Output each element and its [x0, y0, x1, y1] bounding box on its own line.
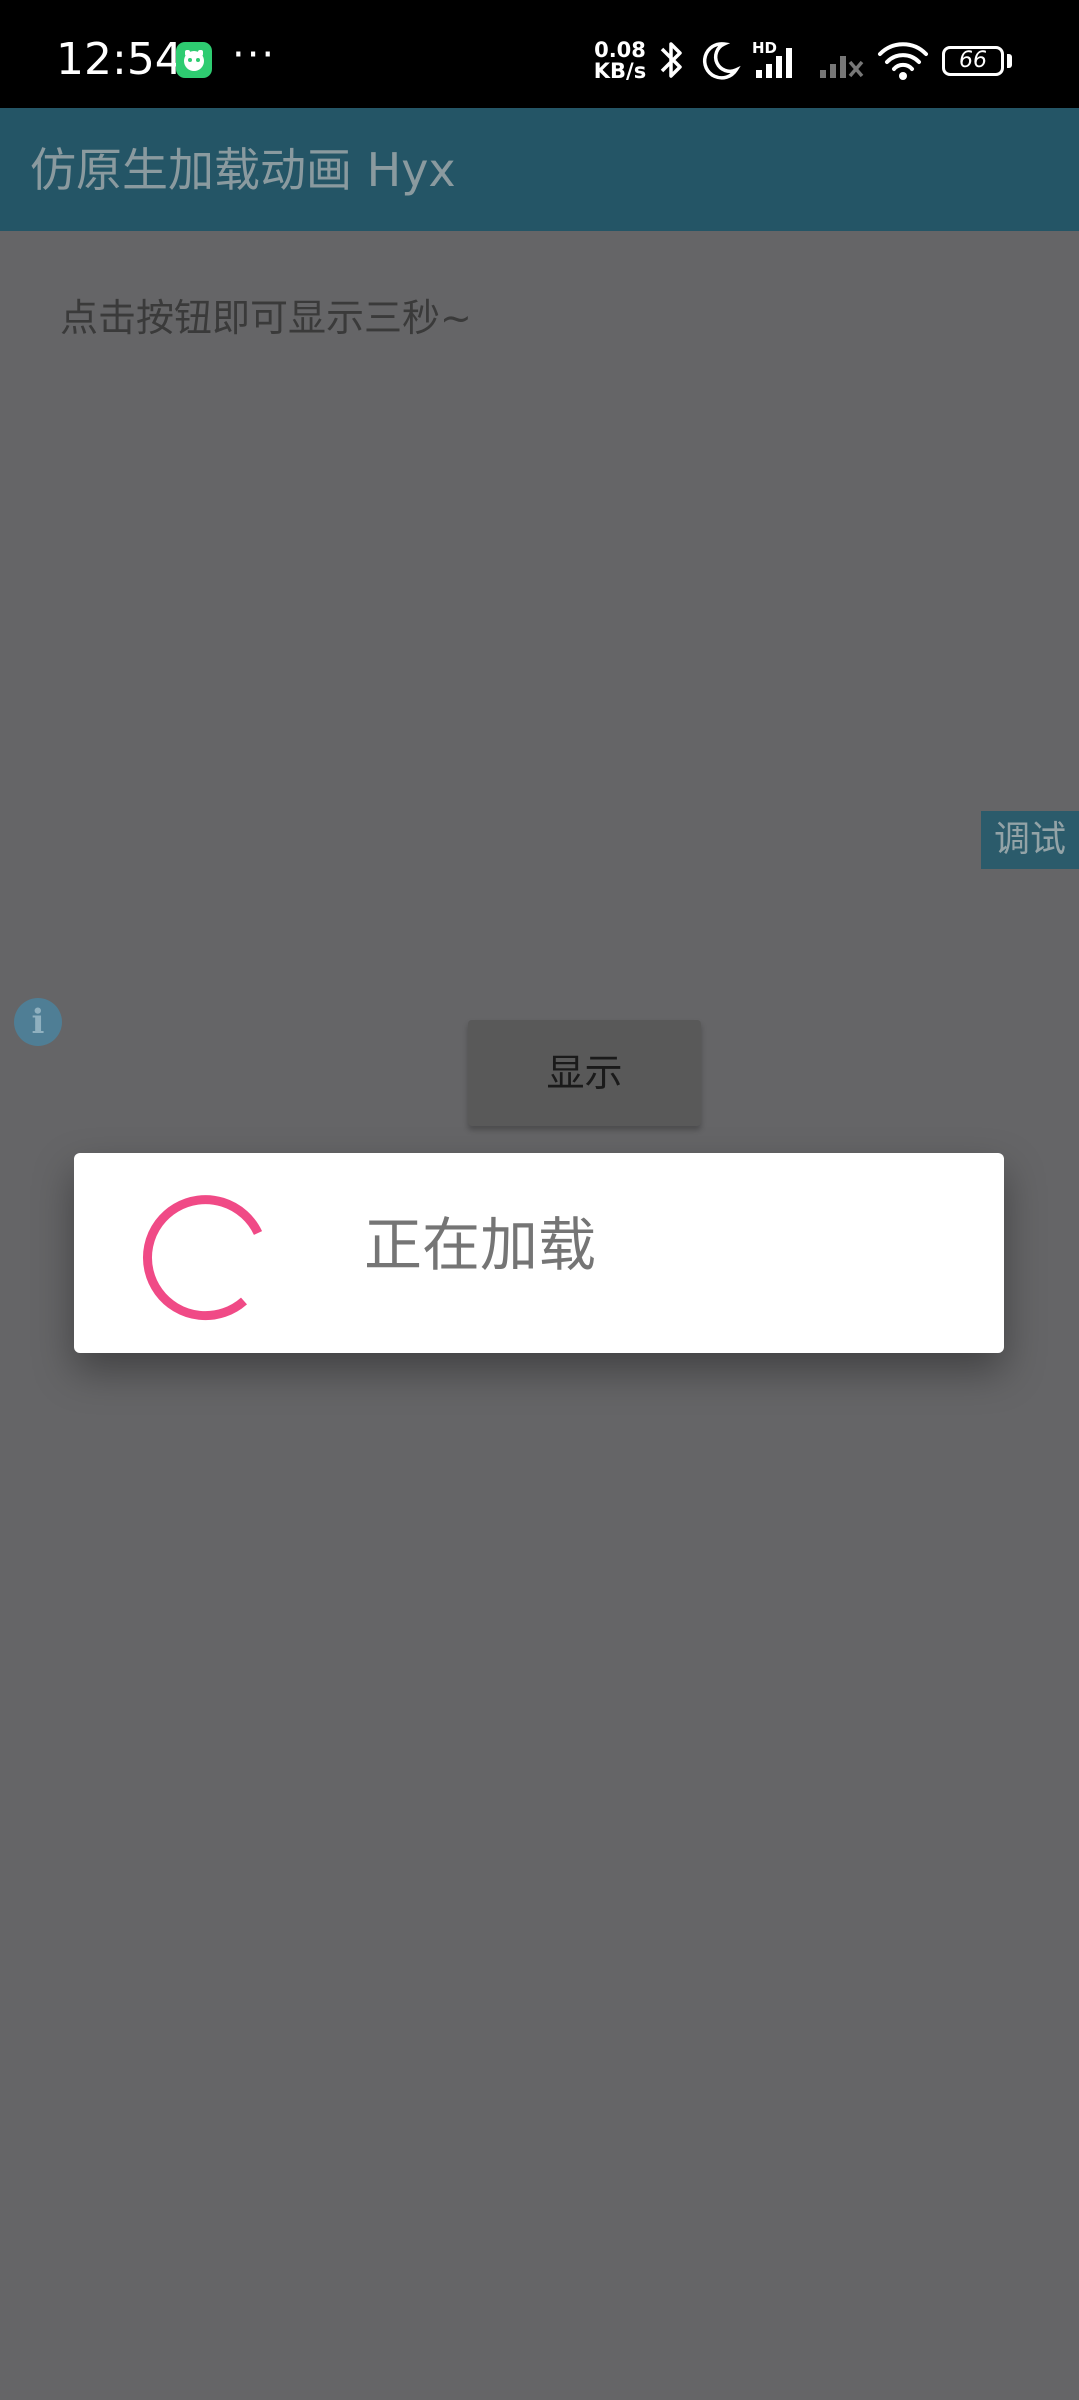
wifi-icon — [878, 42, 928, 80]
moon-icon — [702, 42, 741, 80]
show-button[interactable]: 显示 — [468, 1020, 701, 1126]
loading-dialog: 正在加载 — [74, 1153, 1004, 1353]
info-icon[interactable]: i — [14, 998, 62, 1046]
network-speed: 0.08 KB/s — [592, 40, 648, 82]
green-app-icon — [176, 42, 212, 78]
battery-cap — [1007, 54, 1012, 68]
debug-button[interactable]: 调试 — [981, 811, 1079, 869]
app-title: 仿原生加载动画 Hyx — [30, 143, 456, 197]
status-time: 12:54 — [56, 34, 183, 85]
signal-no-service-icon — [820, 56, 864, 78]
more-notifications-icon: ··· — [232, 32, 277, 78]
loading-spinner-icon — [142, 1195, 263, 1321]
status-bar: 12:54 ··· 0.08 KB/s HD 66 — [0, 0, 1079, 108]
app-bar: 仿原生加载动画 Hyx — [0, 108, 1079, 231]
signal-icon — [756, 48, 792, 78]
network-speed-unit: KB/s — [593, 59, 647, 83]
hint-text: 点击按钮即可显示三秒~ — [60, 296, 472, 340]
battery-icon: 66 — [942, 46, 1004, 76]
network-speed-value: 0.08 — [594, 38, 646, 62]
loading-text: 正在加载 — [364, 1211, 597, 1279]
bluetooth-icon — [660, 42, 682, 78]
